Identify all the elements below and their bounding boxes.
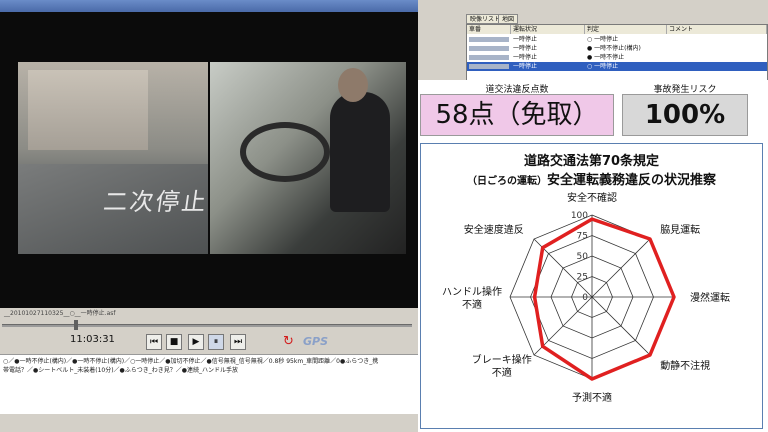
column-header[interactable]: 車番 (467, 25, 511, 34)
radar-chart: 0 25 50 75 100 安全不確認脇見運転漫然運転動静不注視予測不適 ブレーキ操作不適… (442, 191, 730, 404)
column-header[interactable]: 運転状況 (511, 25, 585, 34)
status-bar (0, 414, 418, 432)
radar-category-label: ブレーキ操作不適 (472, 353, 532, 379)
violation-score: 58点（免取） (420, 94, 614, 136)
refresh-icon[interactable]: ↻ (283, 334, 294, 349)
seek-bar[interactable] (0, 320, 418, 330)
row-status: 一時停止 (513, 54, 538, 61)
log-line: 帯電話？／●シートベルト_未装着(10分)／●ふらつき_わき見？／●連続_ハンド… (3, 367, 239, 374)
skip-last-button[interactable]: ⏭ (230, 334, 246, 350)
table-row[interactable]: 一時停止 ● 一時不停止 (467, 53, 767, 62)
seek-thumb[interactable] (74, 320, 78, 330)
file-name-label: __20101027110325__○__一時停止.asf (0, 308, 418, 320)
front-camera-view: 二次停止 (18, 62, 208, 254)
radar-category-label: ハンドル操作不適 (442, 285, 502, 311)
cabin-camera-view (210, 62, 406, 254)
radar-category-label: 予測不適 (572, 391, 612, 404)
row-judgement: ○ 一時停止 (587, 36, 619, 43)
accident-risk: 100% (622, 94, 748, 136)
row-status: 一時停止 (513, 36, 538, 43)
skip-first-button[interactable]: ⏮ (146, 334, 162, 350)
title-bar (0, 0, 418, 12)
playback-time: 11:03:31 (70, 334, 115, 345)
radar-tick-label: 75 (577, 232, 588, 242)
steering-wheel (240, 122, 330, 182)
radar-category-label: 安全速度違反 (464, 223, 524, 236)
row-status: 一時停止 (513, 45, 538, 52)
column-header[interactable]: コメント (667, 25, 767, 34)
road-marking-text: 二次停止 (101, 188, 208, 216)
seek-track[interactable] (2, 324, 412, 327)
table-row-selected[interactable]: 一時停止 ○ 一時停止 (467, 62, 767, 71)
row-judgement: ● 一時不停止(構内) (587, 45, 641, 52)
radar-data-series (532, 217, 676, 381)
gps-button[interactable]: GPS (303, 335, 328, 348)
row-judgement: ○ 一時停止 (587, 63, 619, 70)
log-line: ○／●一時不停止(構内)／●一時不停止(構内)／○一時停止／●加切不停止／●信号… (3, 358, 379, 365)
radar-tick-label: 0 (582, 293, 588, 303)
driver (330, 92, 390, 212)
event-log: ○／●一時不停止(構内)／●一時不停止(構内)／○一時停止／●加切不停止／●信号… (0, 354, 418, 414)
table-row[interactable]: 一時停止 ○ 一時停止 (467, 35, 767, 44)
radar-category-label: 動静不注視 (660, 359, 710, 372)
radar-tick-label: 50 (577, 252, 589, 262)
pause-button[interactable]: ⏸ (208, 334, 224, 350)
row-status: 一時停止 (513, 63, 538, 70)
radar-tick-label: 25 (577, 273, 588, 283)
video-list-table: 車番 運転状況 判定 コメント 一時停止 ○ 一時停止 一時停止 ● 一時不停止… (466, 24, 768, 84)
stop-button[interactable]: ■ (166, 334, 182, 350)
radar-category-label: 漫然運転 (690, 291, 730, 304)
radar-category-label: 脇見運転 (660, 224, 700, 236)
row-judgement: ● 一時不停止 (587, 54, 625, 61)
driver-head (338, 68, 368, 102)
building (28, 70, 148, 150)
chart-title-line1: 道路交通法第70条規定 (523, 154, 660, 169)
blurred-vehicle-id (469, 37, 509, 42)
radar-tick-label: 100 (571, 211, 588, 221)
column-header[interactable]: 判定 (585, 25, 667, 34)
tab-map[interactable]: 地図 (498, 14, 519, 24)
blurred-vehicle-id (469, 64, 509, 69)
blurred-vehicle-id (469, 55, 509, 60)
radar-category-label: 安全不確認 (567, 191, 617, 204)
play-button[interactable]: ▶ (188, 334, 204, 350)
blurred-vehicle-id (469, 46, 509, 51)
table-row[interactable]: 一時停止 ● 一時不停止(構内) (467, 44, 767, 53)
